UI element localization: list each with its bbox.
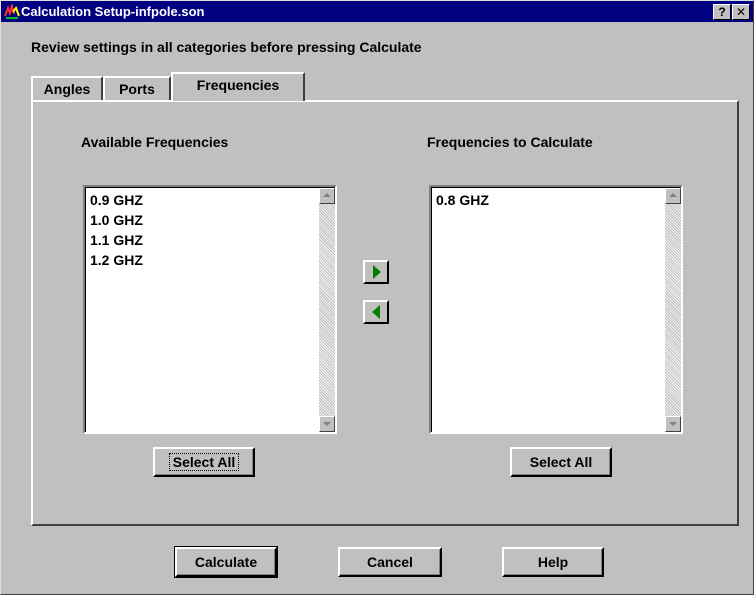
calculation-setup-dialog: Calculation Setup-infpole.son ? ✕ Review… (0, 0, 754, 595)
tab-angles-label: Angles (43, 81, 91, 97)
select-all-available-label: Select All (168, 453, 240, 471)
close-icon[interactable]: ✕ (732, 4, 750, 20)
available-frequencies-label: Available Frequencies (81, 134, 229, 150)
scroll-down-icon[interactable] (319, 416, 335, 432)
select-all-selected-button[interactable]: Select All (510, 447, 612, 477)
available-frequencies-list[interactable]: 0.9 GHZ 1.0 GHZ 1.1 GHZ 1.2 GHZ (83, 185, 337, 434)
help-button[interactable]: Help (502, 547, 604, 577)
frequencies-to-calculate-label: Frequencies to Calculate (427, 134, 593, 150)
available-list-scrollbar[interactable] (319, 188, 335, 432)
add-frequency-button[interactable] (363, 260, 389, 284)
list-item[interactable]: 1.2 GHZ (88, 250, 317, 270)
frequencies-panel: Available Frequencies Frequencies to Cal… (31, 100, 739, 526)
calculate-button[interactable]: Calculate (174, 546, 278, 578)
list-item[interactable]: 1.0 GHZ (88, 210, 317, 230)
left-arrow-icon (372, 305, 380, 319)
available-frequencies-items: 0.9 GHZ 1.0 GHZ 1.1 GHZ 1.2 GHZ (88, 190, 317, 270)
instruction-text: Review settings in all categories before… (31, 39, 422, 55)
select-all-available-button[interactable]: Select All (153, 447, 255, 477)
cancel-button[interactable]: Cancel (338, 547, 442, 577)
frequencies-to-calculate-list[interactable]: 0.8 GHZ (429, 185, 683, 434)
tab-ports-label: Ports (119, 81, 155, 97)
scroll-down-icon[interactable] (665, 416, 681, 432)
scroll-up-icon[interactable] (665, 188, 681, 204)
scroll-up-icon[interactable] (319, 188, 335, 204)
tab-ports[interactable]: Ports (103, 76, 171, 100)
list-item[interactable]: 1.1 GHZ (88, 230, 317, 250)
remove-frequency-button[interactable] (363, 300, 389, 324)
list-item[interactable]: 0.9 GHZ (88, 190, 317, 210)
title-bar[interactable]: Calculation Setup-infpole.son ? ✕ (1, 1, 753, 22)
list-item[interactable]: 0.8 GHZ (434, 190, 663, 210)
tab-frequencies[interactable]: Frequencies (171, 72, 305, 101)
help-icon[interactable]: ? (713, 4, 731, 20)
select-all-selected-label: Select All (529, 454, 593, 470)
cancel-label: Cancel (367, 554, 413, 570)
frequencies-to-calculate-items: 0.8 GHZ (434, 190, 663, 210)
tab-frequencies-label: Frequencies (196, 77, 280, 93)
help-label: Help (537, 554, 569, 570)
window-title: Calculation Setup-infpole.son (21, 4, 205, 19)
right-arrow-icon (373, 265, 381, 279)
selected-list-scrollbar[interactable] (665, 188, 681, 432)
app-icon (4, 4, 20, 19)
calculate-label: Calculate (194, 554, 258, 570)
tab-angles[interactable]: Angles (31, 76, 103, 100)
